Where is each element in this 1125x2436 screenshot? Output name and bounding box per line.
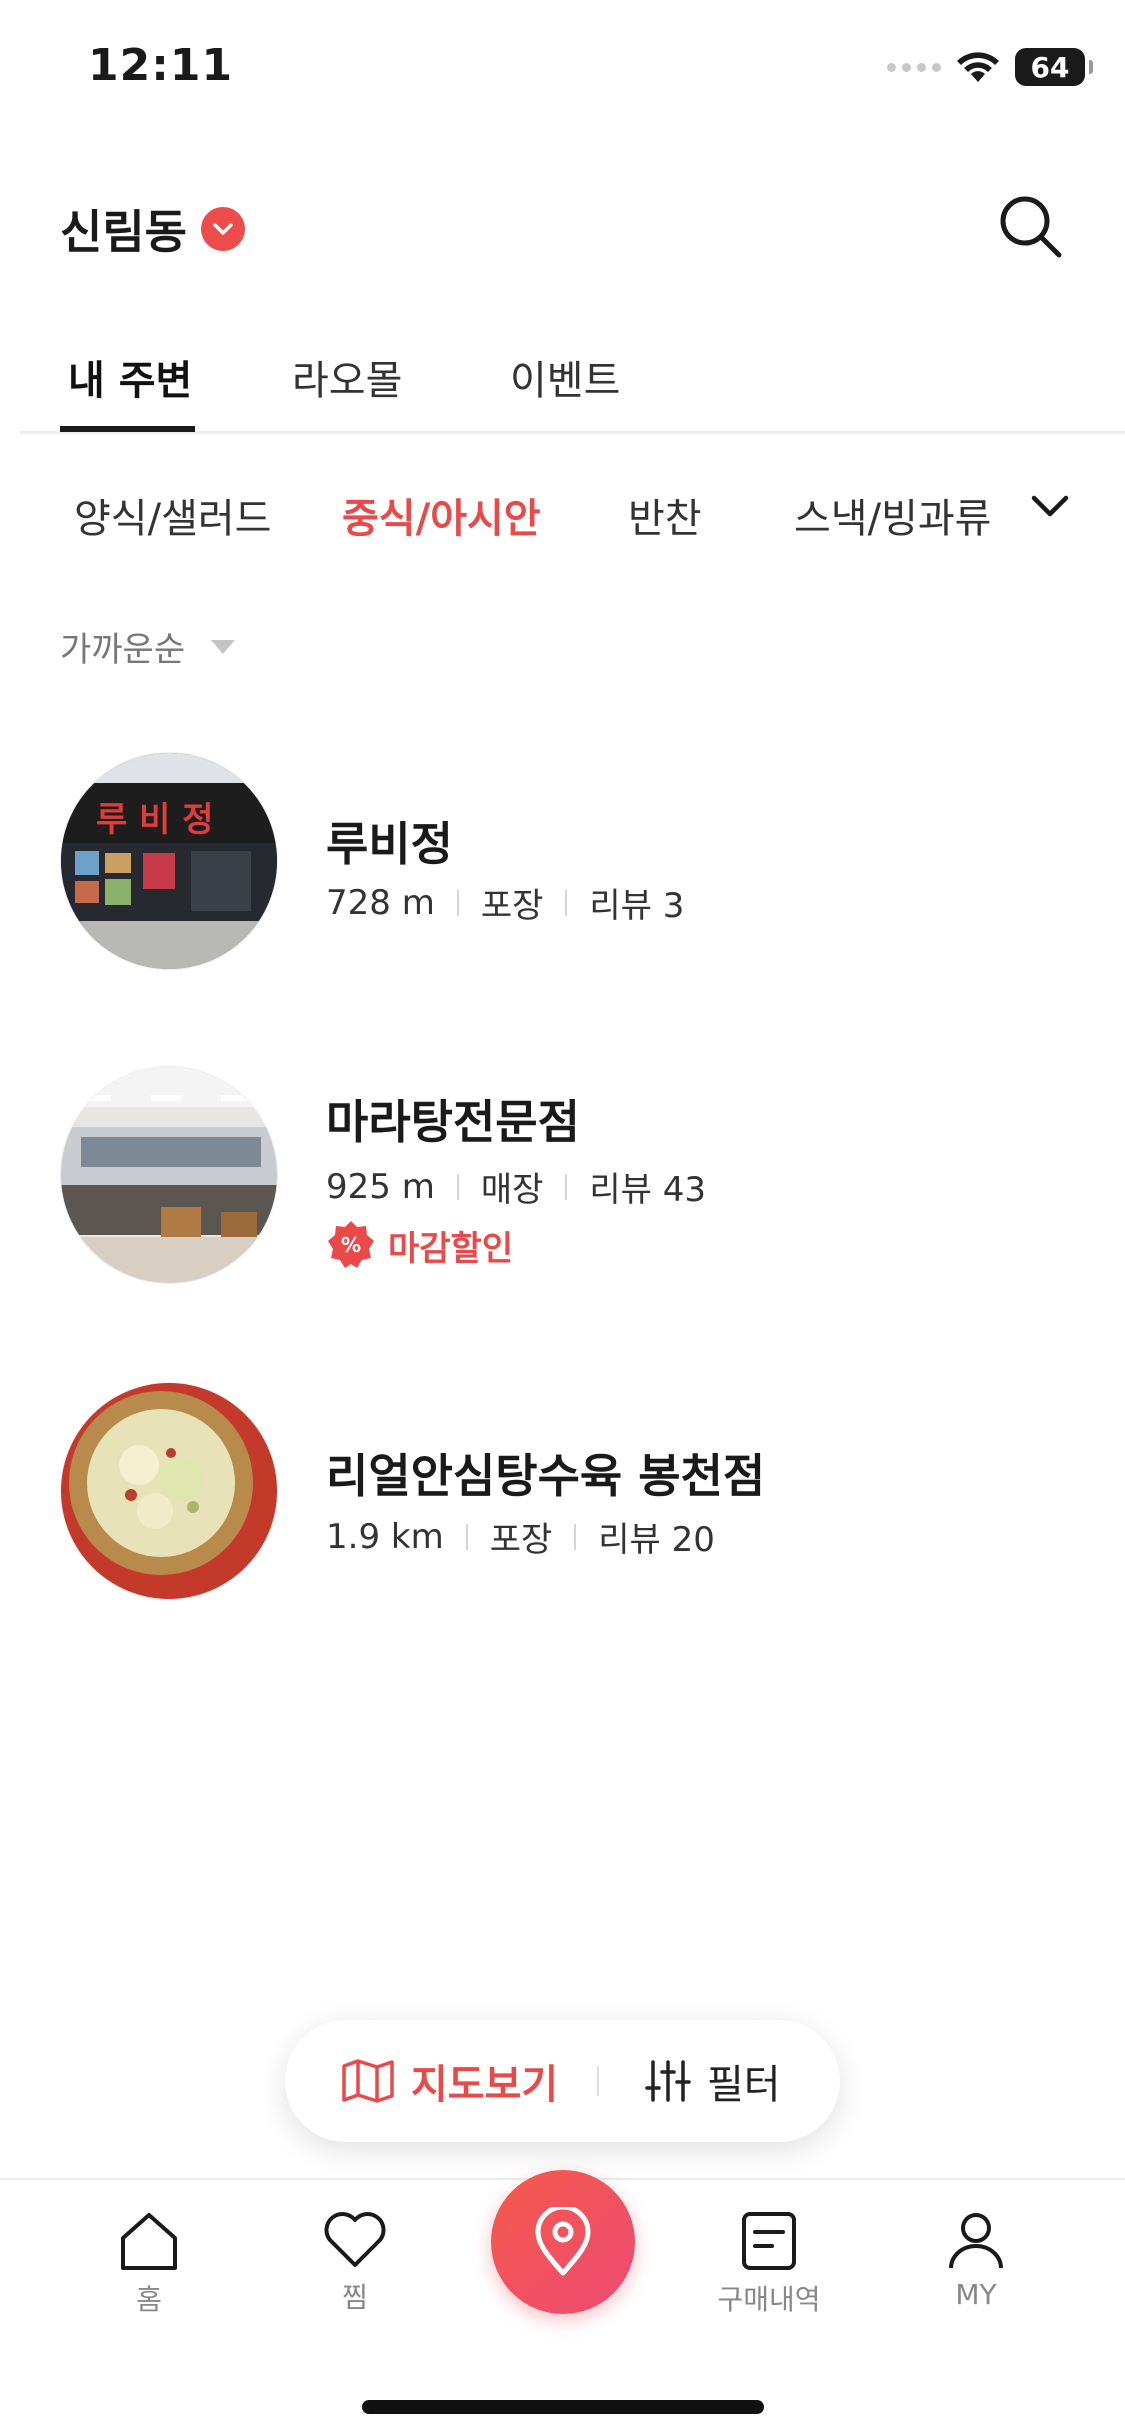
svg-text:%: % xyxy=(341,1233,361,1257)
store-type: 포장 xyxy=(489,1520,553,1560)
meta-divider xyxy=(565,889,568,916)
wifi-icon xyxy=(957,52,999,82)
store-meta: 728 m 포장 리뷰 3 xyxy=(326,878,684,927)
pill-divider xyxy=(597,2066,599,2096)
expand-categories-button[interactable] xyxy=(1020,486,1080,526)
map-view-button[interactable]: 지도보기 xyxy=(341,2052,558,2110)
category-chinese-asian[interactable]: 중식/아시안 xyxy=(342,486,541,544)
location-pin-icon xyxy=(535,2207,591,2276)
filter-sliders-icon xyxy=(645,2060,691,2102)
store-thumbnail: 루 비 정 xyxy=(60,752,278,970)
main-tabs: 내 주변 라오몰 이벤트 xyxy=(20,330,1125,434)
chevron-down-icon xyxy=(200,207,245,251)
store-distance: 1.9 km xyxy=(326,1516,444,1557)
store-name: 루비정 xyxy=(326,817,453,871)
filter-label: 필터 xyxy=(707,2062,781,2108)
status-icons: 64 xyxy=(887,48,1093,86)
user-icon xyxy=(949,2213,1003,2269)
discount-icon: % xyxy=(328,1221,374,1268)
sort-label: 가까운순 xyxy=(60,630,186,670)
category-snacks-frozen[interactable]: 스낵/빙과류 xyxy=(794,486,991,544)
map-filter-pill: 지도보기 필터 xyxy=(285,2020,840,2142)
tab-laomall[interactable]: 라오몰 xyxy=(292,348,402,406)
nav-home[interactable]: 홈 xyxy=(84,2210,214,2318)
home-icon xyxy=(121,2213,177,2270)
chevron-down-icon xyxy=(1031,495,1069,517)
store-type: 매장 xyxy=(480,1170,544,1210)
battery-icon: 64 xyxy=(1015,48,1093,86)
meta-divider xyxy=(456,889,459,916)
nav-home-label: 홈 xyxy=(136,2283,162,2316)
store-reviews: 리뷰 20 xyxy=(598,1520,715,1560)
map-view-label: 지도보기 xyxy=(411,2062,559,2108)
filter-button[interactable]: 필터 xyxy=(645,2052,781,2110)
map-icon xyxy=(342,2059,394,2103)
nav-nearby-map-button[interactable] xyxy=(491,2170,635,2314)
meta-divider xyxy=(565,1173,568,1200)
location-name: 신림동 xyxy=(60,205,187,259)
search-button[interactable] xyxy=(990,186,1070,266)
store-meta: 1.9 km 포장 리뷰 20 xyxy=(326,1512,715,1561)
status-time: 12:11 xyxy=(88,40,234,91)
store-name: 리얼안심탕수육 봉천점 xyxy=(326,1449,766,1503)
store-name: 마라탕전문점 xyxy=(326,1095,580,1149)
store-type: 포장 xyxy=(480,886,544,926)
nav-my-label: MY xyxy=(955,2278,997,2311)
category-western-salad[interactable]: 양식/샐러드 xyxy=(74,486,271,544)
caret-down-icon xyxy=(211,639,236,654)
store-thumbnail xyxy=(60,1382,278,1600)
category-side-dishes[interactable]: 반찬 xyxy=(628,486,702,544)
nav-orders-label: 구매내역 xyxy=(717,2283,821,2316)
tab-events[interactable]: 이벤트 xyxy=(510,348,620,406)
store-distance: 728 m xyxy=(326,882,435,923)
nav-wishlist-label: 찜 xyxy=(342,2281,368,2314)
nav-wishlist[interactable]: 찜 xyxy=(290,2210,420,2316)
sort-dropdown[interactable]: 가까운순 xyxy=(60,622,236,671)
store-sign-text: 루 비 정 xyxy=(96,800,214,840)
store-thumbnail xyxy=(60,1066,278,1284)
meta-divider xyxy=(456,1173,459,1200)
store-distance: 925 m xyxy=(326,1166,435,1207)
meta-divider xyxy=(574,1523,577,1550)
store-reviews: 리뷰 3 xyxy=(589,886,685,926)
promo-label: 마감할인 xyxy=(388,1228,514,1269)
home-indicator xyxy=(362,2400,764,2414)
bottom-navigation: 홈 찜 구매내역 MY xyxy=(0,2170,1125,2436)
promo-badge: % 마감할인 xyxy=(326,1220,513,1270)
nav-my[interactable]: MY xyxy=(911,2210,1041,2311)
heart-icon xyxy=(324,2212,386,2267)
receipt-icon xyxy=(742,2212,796,2270)
active-tab-indicator xyxy=(60,426,195,432)
tab-nearby[interactable]: 내 주변 xyxy=(68,348,192,406)
meta-divider xyxy=(465,1523,468,1550)
nav-orders[interactable]: 구매내역 xyxy=(704,2210,834,2318)
search-icon xyxy=(1000,196,1062,258)
location-selector[interactable]: 신림동 xyxy=(60,196,245,262)
store-reviews: 리뷰 43 xyxy=(589,1170,707,1210)
cellular-signal-icon xyxy=(887,62,941,72)
store-meta: 925 m 매장 리뷰 43 xyxy=(326,1162,706,1211)
